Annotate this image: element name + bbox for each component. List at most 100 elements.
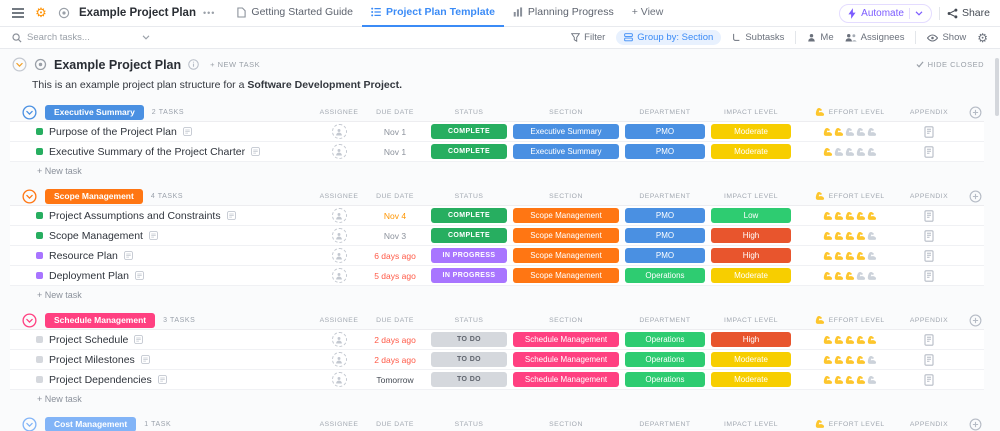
tab-planning-progress[interactable]: Planning Progress bbox=[504, 0, 623, 27]
automate-button[interactable]: Automate bbox=[839, 4, 932, 23]
column-header-due-date[interactable]: DUE DATE bbox=[362, 317, 428, 324]
group-badge[interactable]: Cost Management bbox=[45, 417, 136, 431]
effort-level-rating[interactable] bbox=[794, 251, 906, 261]
column-header-appendix[interactable]: APPENDIX bbox=[906, 317, 952, 324]
appendix-button[interactable] bbox=[924, 374, 935, 386]
appendix-button[interactable] bbox=[924, 250, 935, 262]
column-header-effort-level[interactable]: EFFORT LEVEL bbox=[794, 191, 906, 201]
assignee-placeholder[interactable] bbox=[332, 332, 347, 347]
section-pill[interactable]: Scope Management bbox=[513, 268, 619, 283]
settings-gear-icon[interactable]: ⚙ bbox=[33, 5, 49, 21]
due-date[interactable]: 2 days ago bbox=[374, 335, 416, 345]
task-title[interactable]: Deployment Plan bbox=[49, 270, 129, 282]
assignee-placeholder[interactable] bbox=[332, 352, 347, 367]
effort-level-rating[interactable] bbox=[794, 335, 906, 345]
group-badge[interactable]: Schedule Management bbox=[45, 313, 155, 328]
task-row[interactable]: Resource Plan 6 days ago IN PROGRESS Sco… bbox=[10, 246, 984, 266]
scrollbar-thumb[interactable] bbox=[995, 58, 999, 116]
section-pill[interactable]: Schedule Management bbox=[513, 352, 619, 367]
appendix-button[interactable] bbox=[924, 126, 935, 138]
assignee-placeholder[interactable] bbox=[332, 248, 347, 263]
effort-level-rating[interactable] bbox=[794, 375, 906, 385]
effort-level-rating[interactable] bbox=[794, 355, 906, 365]
column-header-section[interactable]: SECTION bbox=[510, 109, 622, 116]
new-task-row-button[interactable]: + New task bbox=[10, 286, 984, 300]
task-status-bullet[interactable] bbox=[36, 272, 43, 279]
due-date[interactable]: Tomorrow bbox=[376, 375, 413, 385]
column-header-section[interactable]: SECTION bbox=[510, 193, 622, 200]
effort-level-rating[interactable] bbox=[794, 231, 906, 241]
section-pill[interactable]: Schedule Management bbox=[513, 332, 619, 347]
collapse-circle-icon[interactable] bbox=[12, 57, 27, 72]
me-filter-button[interactable]: Me bbox=[807, 32, 833, 43]
task-title[interactable]: Project Dependencies bbox=[49, 374, 152, 386]
due-date[interactable]: Nov 3 bbox=[384, 231, 406, 241]
task-status-bullet[interactable] bbox=[36, 148, 43, 155]
group-collapse-button[interactable] bbox=[22, 189, 37, 204]
column-header-status[interactable]: STATUS bbox=[428, 193, 510, 200]
column-header-department[interactable]: DEPARTMENT bbox=[622, 193, 708, 200]
group-collapse-button[interactable] bbox=[22, 417, 37, 431]
task-row[interactable]: Purpose of the Project Plan Nov 1 COMPLE… bbox=[10, 122, 984, 142]
appendix-button[interactable] bbox=[924, 354, 935, 366]
add-view-button[interactable]: + View bbox=[623, 0, 673, 27]
status-pill[interactable]: TO DO bbox=[431, 372, 507, 387]
new-task-button[interactable]: + NEW TASK bbox=[210, 60, 260, 69]
column-header-section[interactable]: SECTION bbox=[510, 317, 622, 324]
group-collapse-button[interactable] bbox=[22, 105, 37, 120]
column-header-effort-level[interactable]: EFFORT LEVEL bbox=[794, 107, 906, 117]
status-pill[interactable]: TO DO bbox=[431, 352, 507, 367]
task-title[interactable]: Executive Summary of the Project Charter bbox=[49, 146, 245, 158]
add-column-button[interactable] bbox=[969, 314, 982, 327]
effort-level-rating[interactable] bbox=[794, 211, 906, 221]
task-status-bullet[interactable] bbox=[36, 232, 43, 239]
column-header-department[interactable]: DEPARTMENT bbox=[622, 317, 708, 324]
due-date[interactable]: Nov 1 bbox=[384, 147, 406, 157]
task-row[interactable]: Scope Management Nov 3 COMPLETE Scope Ma… bbox=[10, 226, 984, 246]
column-header-impact-level[interactable]: IMPACT LEVEL bbox=[708, 109, 794, 116]
impact-pill[interactable]: Low bbox=[711, 208, 791, 223]
task-status-bullet[interactable] bbox=[36, 252, 43, 259]
task-status-bullet[interactable] bbox=[36, 336, 43, 343]
status-pill[interactable]: TO DO bbox=[431, 332, 507, 347]
group-collapse-icon[interactable] bbox=[22, 417, 37, 431]
section-pill[interactable]: Scope Management bbox=[513, 208, 619, 223]
chevron-down-icon[interactable] bbox=[142, 35, 150, 40]
due-date[interactable]: Nov 4 bbox=[384, 211, 406, 221]
task-row[interactable]: Project Assumptions and Constraints Nov … bbox=[10, 206, 984, 226]
tab-project-plan-template[interactable]: Project Plan Template bbox=[362, 0, 504, 27]
column-header-department[interactable]: DEPARTMENT bbox=[622, 421, 708, 428]
status-pill[interactable]: IN PROGRESS bbox=[431, 248, 507, 263]
department-pill[interactable]: PMO bbox=[625, 124, 705, 139]
due-date[interactable]: Nov 1 bbox=[384, 127, 406, 137]
task-row[interactable]: Executive Summary of the Project Charter… bbox=[10, 142, 984, 162]
status-pill[interactable]: COMPLETE bbox=[431, 228, 507, 243]
filter-button[interactable]: Filter bbox=[571, 32, 605, 43]
due-date[interactable]: 2 days ago bbox=[374, 355, 416, 365]
hamburger-menu-icon[interactable] bbox=[10, 5, 26, 21]
subtasks-button[interactable]: Subtasks bbox=[732, 32, 784, 43]
column-header-department[interactable]: DEPARTMENT bbox=[622, 109, 708, 116]
section-pill[interactable]: Schedule Management bbox=[513, 372, 619, 387]
impact-pill[interactable]: Moderate bbox=[711, 372, 791, 387]
group-collapse-button[interactable] bbox=[22, 313, 37, 328]
effort-level-rating[interactable] bbox=[794, 127, 906, 137]
assignee-placeholder[interactable] bbox=[332, 144, 347, 159]
section-pill[interactable]: Scope Management bbox=[513, 248, 619, 263]
section-pill[interactable]: Executive Summary bbox=[513, 124, 619, 139]
task-status-bullet[interactable] bbox=[36, 376, 43, 383]
status-pill[interactable]: IN PROGRESS bbox=[431, 268, 507, 283]
section-pill[interactable]: Scope Management bbox=[513, 228, 619, 243]
assignee-placeholder[interactable] bbox=[332, 208, 347, 223]
task-row[interactable]: Project Dependencies Tomorrow TO DO Sche… bbox=[10, 370, 984, 390]
column-header-status[interactable]: STATUS bbox=[428, 109, 510, 116]
column-header-impact-level[interactable]: IMPACT LEVEL bbox=[708, 317, 794, 324]
task-title[interactable]: Resource Plan bbox=[49, 250, 118, 262]
assignee-placeholder[interactable] bbox=[332, 268, 347, 283]
group-collapse-icon[interactable] bbox=[22, 105, 37, 120]
department-pill[interactable]: PMO bbox=[625, 144, 705, 159]
assignee-placeholder[interactable] bbox=[332, 228, 347, 243]
appendix-button[interactable] bbox=[924, 230, 935, 242]
impact-pill[interactable]: Moderate bbox=[711, 144, 791, 159]
department-pill[interactable]: Operations bbox=[625, 372, 705, 387]
